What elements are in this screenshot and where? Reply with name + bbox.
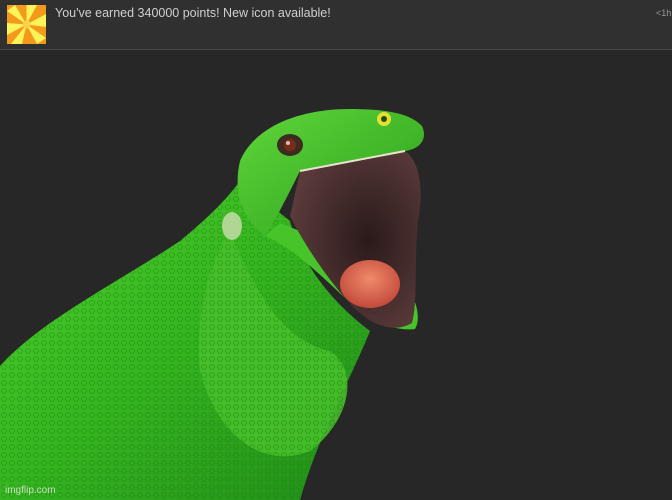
notification-message: You've earned 340000 points! New icon av…: [55, 6, 331, 20]
lizard-image: [0, 51, 672, 500]
imgflip-watermark: imgflip.com: [5, 485, 56, 496]
meme-frame: You've earned 340000 points! New icon av…: [0, 0, 672, 500]
sunburst-icon: [7, 5, 46, 44]
notification-bar[interactable]: You've earned 340000 points! New icon av…: [0, 0, 672, 50]
lizard-icon: [0, 109, 425, 500]
notification-time: <1h: [656, 8, 672, 18]
